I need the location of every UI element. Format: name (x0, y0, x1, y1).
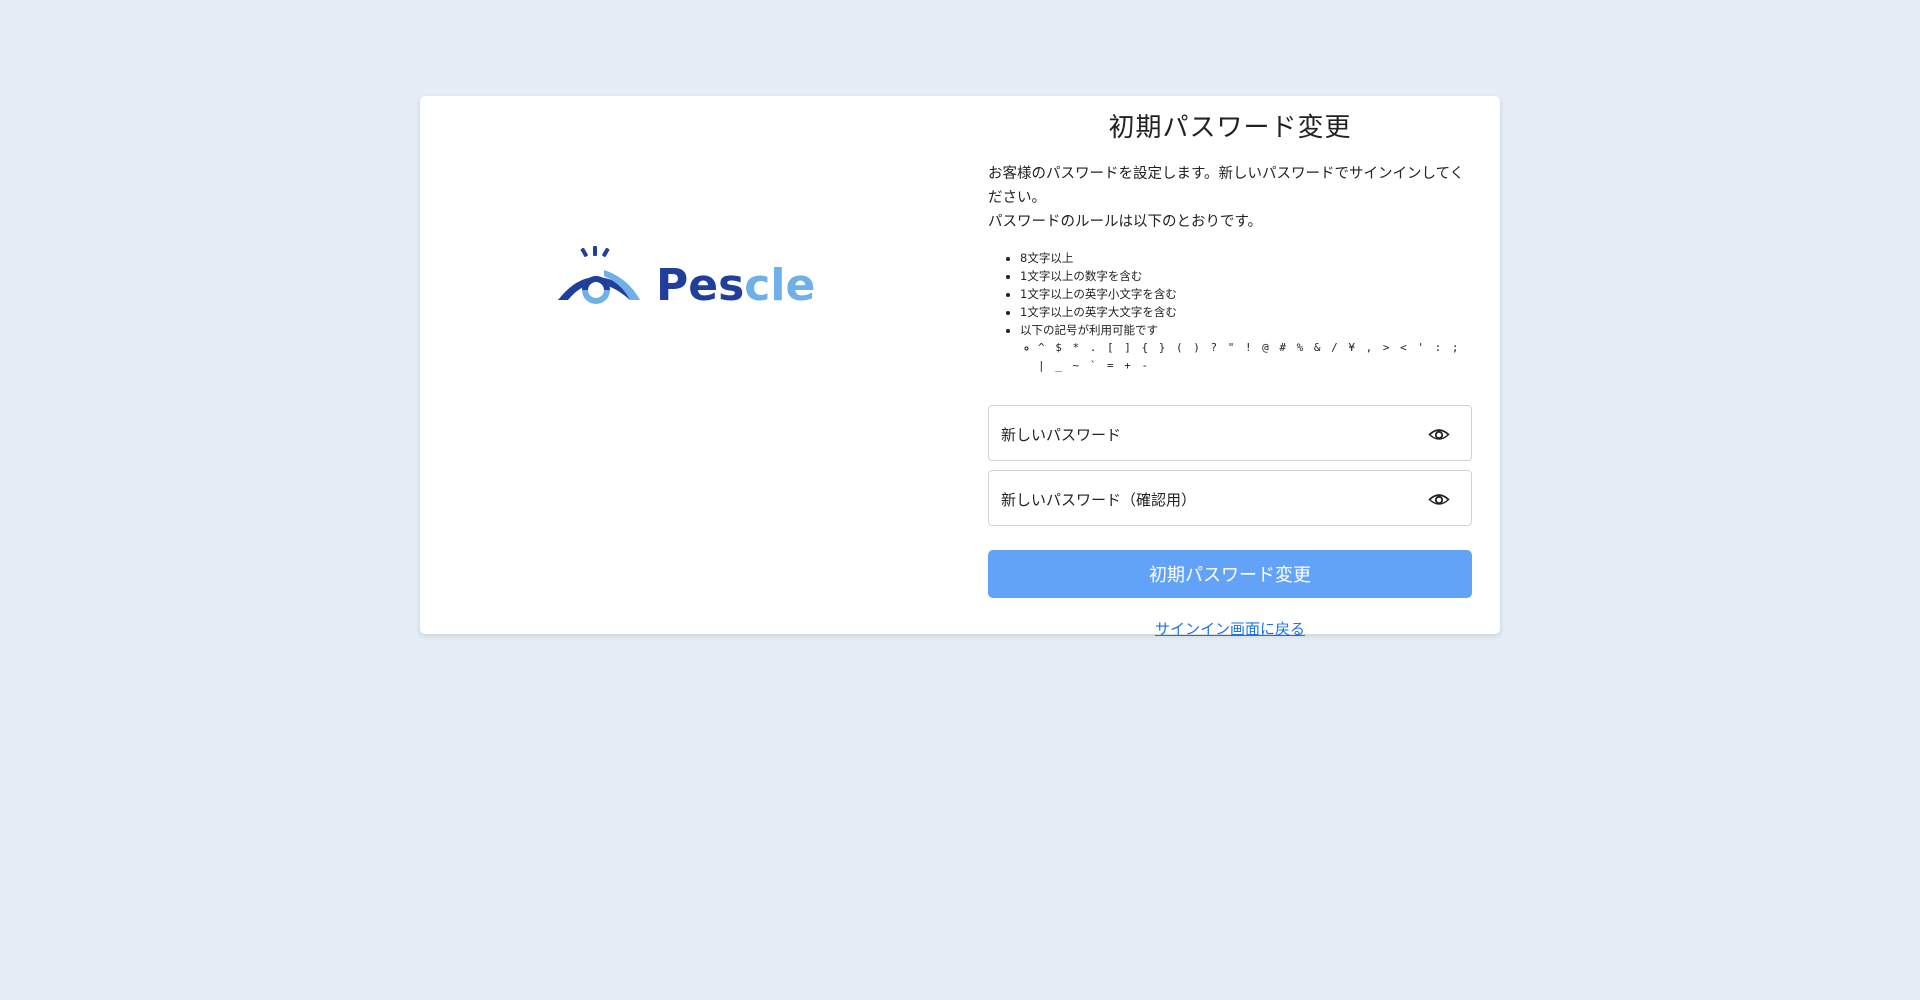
symbol-sublist: ^ $ * . [ ] { } ( ) ? " ! @ # % & / ¥ , … (1020, 339, 1472, 375)
confirm-password-field[interactable]: 新しいパスワード（確認用） (988, 470, 1472, 526)
rule-item: 1文字以上の数字を含む (1020, 267, 1472, 285)
password-rules-list: 8文字以上 1文字以上の数字を含む 1文字以上の英字小文字を含む 1文字以上の英… (988, 249, 1472, 375)
rule-item: 1文字以上の英字大文字を含む (1020, 303, 1472, 321)
description-line-2: パスワードのルールは以下のとおりです。 (988, 214, 1263, 230)
eye-icon[interactable] (1427, 425, 1451, 443)
logo-text-light: cle (744, 260, 815, 311)
confirm-password-label: 新しいパスワード（確認用） (1001, 491, 1197, 509)
signin-card: Pescle 初期パスワード変更 お客様のパスワードを設定します。新しいパスワー… (420, 96, 1500, 638)
rule-item: 1文字以上の英字小文字を含む (1020, 285, 1472, 303)
password-change-form: 初期パスワード変更 お客様のパスワードを設定します。新しいパスワードでサインイン… (988, 96, 1472, 639)
description-line-1: お客様のパスワードを設定します。新しいパスワードでサインインしてください。 (988, 166, 1465, 206)
svg-text:Pescle: Pescle (656, 260, 815, 311)
rule-item: 8文字以上 (1020, 249, 1472, 267)
new-password-label: 新しいパスワード (1001, 426, 1122, 444)
back-to-signin-link[interactable]: サインイン画面に戻る (988, 618, 1472, 639)
logo-text-dark: Pes (656, 260, 744, 311)
allowed-symbols: ^ $ * . [ ] { } ( ) ? " ! @ # % & / ¥ , … (1038, 339, 1472, 375)
eye-icon[interactable] (1427, 490, 1451, 508)
rule-item: 以下の記号が利用可能です ^ $ * . [ ] { } ( ) ? " ! @… (1020, 321, 1472, 375)
description: お客様のパスワードを設定します。新しいパスワードでサインインしてください。 パス… (988, 162, 1472, 234)
page-title: 初期パスワード変更 (1108, 113, 1352, 143)
new-password-field[interactable]: 新しいパスワード (988, 405, 1472, 461)
pescle-logo-mark: Pescle (558, 246, 815, 311)
pescle-logo: Pescle (556, 246, 836, 316)
rule-item-label: 以下の記号が利用可能です (1020, 323, 1158, 337)
change-password-button[interactable]: 初期パスワード変更 (988, 550, 1472, 598)
